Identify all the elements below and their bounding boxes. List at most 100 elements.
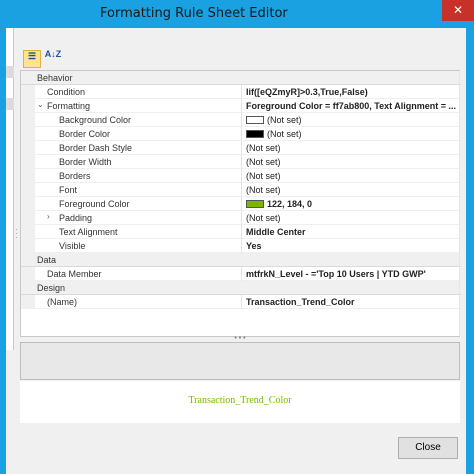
property-name: Visible	[59, 241, 86, 251]
row-gutter	[21, 225, 35, 239]
alphabetical-sort-button[interactable]: A↓Z	[44, 50, 62, 68]
property-value[interactable]: (Not set)	[246, 129, 458, 139]
row-gutter	[21, 155, 35, 169]
property-value[interactable]: 122, 184, 0	[246, 199, 458, 209]
column-divider	[241, 99, 242, 113]
window-title: Formatting Rule Sheet Editor	[100, 6, 288, 21]
property-row-data-member[interactable]: Data Member mtfrkN_Level - ='Top 10 User…	[21, 267, 461, 281]
property-row-border-width[interactable]: Border Width (Not set)	[21, 155, 461, 169]
property-value[interactable]: Transaction_Trend_Color	[246, 297, 458, 307]
description-panel	[20, 342, 460, 380]
grid-scrollbar[interactable]	[459, 71, 460, 336]
color-swatch	[246, 200, 264, 208]
value-text: (Not set)	[267, 115, 302, 125]
property-value[interactable]: Middle Center	[246, 227, 458, 237]
property-value[interactable]: (Not set)	[246, 115, 458, 125]
expand-chevron-icon[interactable]: ›	[47, 212, 50, 221]
column-divider	[241, 295, 242, 309]
category-label: Design	[37, 283, 66, 293]
property-row-font[interactable]: Font (Not set)	[21, 183, 461, 197]
property-name: Border Color	[59, 129, 111, 139]
category-design[interactable]: Design	[21, 281, 461, 295]
column-divider	[241, 85, 242, 99]
property-name: Padding	[59, 213, 93, 223]
splitter-grip-icon: • • •	[234, 335, 246, 342]
rules-list-item[interactable]	[6, 98, 14, 110]
column-divider	[241, 183, 242, 197]
property-row-borders[interactable]: Borders (Not set)	[21, 169, 461, 183]
value-text: (Not set)	[267, 129, 302, 139]
collapse-chevron-icon[interactable]: ⌄	[37, 100, 44, 109]
row-gutter	[21, 197, 35, 211]
format-preview: Transaction_Trend_Color	[20, 381, 460, 423]
property-value[interactable]: (Not set)	[246, 143, 458, 153]
row-gutter	[21, 169, 35, 183]
category-data[interactable]: Data	[21, 253, 461, 267]
row-gutter	[21, 183, 35, 197]
property-value[interactable]: Iif([eQZmyR]>0.3,True,False)	[246, 87, 458, 97]
property-value[interactable]: Yes	[246, 241, 458, 251]
property-grid-toolbar: ☰ A↓Z	[20, 48, 460, 70]
property-row-formatting[interactable]: ⌄ Formatting Foreground Color = ff7ab800…	[21, 99, 461, 113]
property-value[interactable]: mtfrkN_Level - ='Top 10 Users | YTD GWP'	[246, 269, 458, 279]
column-divider	[241, 127, 242, 141]
property-name: Font	[59, 185, 78, 195]
window-close-icon[interactable]: ✕	[442, 0, 474, 21]
column-divider	[241, 141, 242, 155]
property-row-border-dash-style[interactable]: Border Dash Style (Not set)	[21, 141, 461, 155]
property-row-background-color[interactable]: Background Color (Not set)	[21, 113, 461, 127]
row-gutter	[21, 99, 35, 113]
rules-list-item[interactable]	[6, 66, 14, 78]
property-row-visible[interactable]: Visible Yes	[21, 239, 461, 253]
property-row-foreground-color[interactable]: Foreground Color 122, 184, 0	[21, 197, 461, 211]
row-gutter	[21, 113, 35, 127]
property-value[interactable]: (Not set)	[246, 157, 458, 167]
property-row-name[interactable]: (Name) Transaction_Trend_Color	[21, 295, 461, 309]
property-name: Condition	[47, 87, 86, 97]
property-name: Data Member	[47, 269, 102, 279]
row-gutter	[21, 211, 35, 225]
row-gutter	[21, 267, 35, 281]
property-row-text-alignment[interactable]: Text Alignment Middle Center	[21, 225, 461, 239]
row-gutter	[21, 295, 35, 309]
column-divider	[241, 169, 242, 183]
rules-list-panel[interactable]	[6, 28, 14, 350]
property-value[interactable]: (Not set)	[246, 185, 458, 195]
property-name: Border Width	[59, 157, 112, 167]
property-row-condition[interactable]: Condition Iif([eQZmyR]>0.3,True,False)	[21, 85, 461, 99]
column-divider	[241, 239, 242, 253]
property-row-border-color[interactable]: Border Color (Not set)	[21, 127, 461, 141]
column-divider	[241, 113, 242, 127]
color-swatch	[246, 116, 264, 124]
value-text: 122, 184, 0	[267, 199, 313, 209]
property-name: Background Color	[59, 115, 132, 125]
category-behavior[interactable]: Behavior	[21, 71, 461, 85]
property-value[interactable]: Foreground Color = ff7ab800, Text Alignm…	[246, 101, 458, 111]
column-divider	[241, 155, 242, 169]
title-bar: Formatting Rule Sheet Editor ✕	[0, 0, 474, 28]
property-value[interactable]: (Not set)	[246, 171, 458, 181]
property-name: Text Alignment	[59, 227, 118, 237]
color-swatch	[246, 130, 264, 138]
property-grid: Behavior Condition Iif([eQZmyR]>0.3,True…	[20, 70, 461, 337]
property-name: (Name)	[47, 297, 78, 307]
row-gutter	[21, 141, 35, 155]
close-button[interactable]: Close	[398, 437, 458, 459]
window-frame-right	[466, 28, 474, 474]
column-divider	[241, 211, 242, 225]
row-gutter	[21, 127, 35, 141]
property-row-padding[interactable]: › Padding (Not set)	[21, 211, 461, 225]
preview-text: Transaction_Trend_Color	[188, 395, 292, 406]
category-label: Data	[37, 255, 57, 265]
column-divider	[241, 197, 242, 211]
dialog-footer: Close	[6, 423, 466, 474]
property-name: Borders	[59, 171, 91, 181]
property-name: Formatting	[47, 101, 91, 111]
property-name: Border Dash Style	[59, 143, 133, 153]
column-divider	[241, 225, 242, 239]
splitter-grip-icon: · · ·	[15, 225, 18, 242]
row-gutter	[21, 239, 35, 253]
property-name: Foreground Color	[59, 199, 130, 209]
categorized-view-button[interactable]: ☰	[23, 50, 41, 68]
property-value[interactable]: (Not set)	[246, 213, 458, 223]
